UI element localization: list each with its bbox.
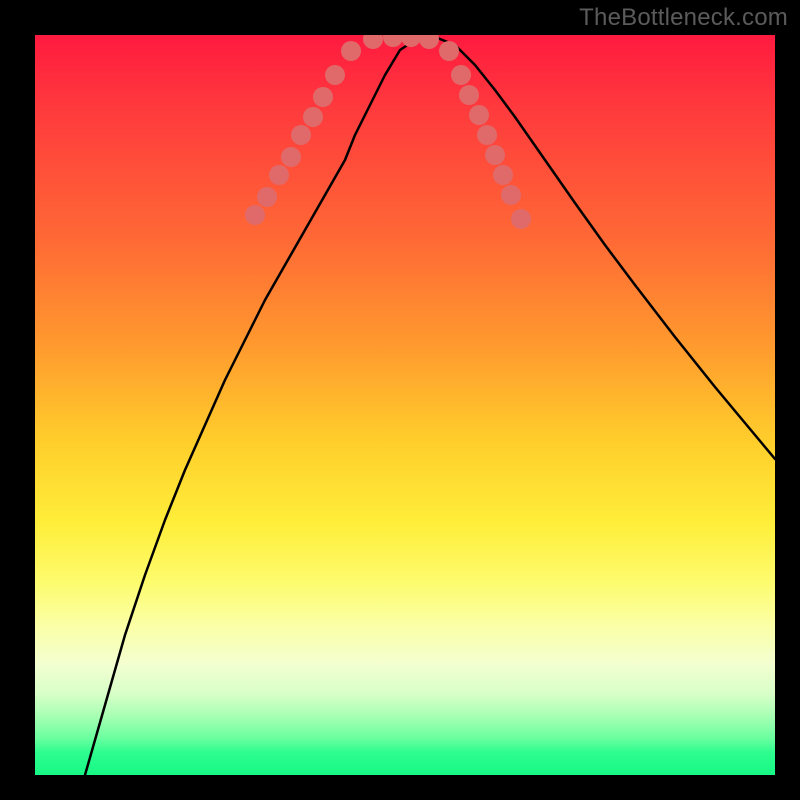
data-marker: [439, 41, 459, 61]
data-marker: [245, 205, 265, 225]
data-marker: [303, 107, 323, 127]
data-marker: [485, 145, 505, 165]
chart-svg: [35, 35, 775, 775]
data-marker: [493, 165, 513, 185]
data-marker: [401, 35, 421, 47]
data-marker: [291, 125, 311, 145]
data-marker: [341, 41, 361, 61]
data-marker: [281, 147, 301, 167]
plot-area: [35, 35, 775, 775]
data-marker: [257, 187, 277, 207]
data-marker: [363, 35, 383, 49]
marker-layer: [245, 35, 531, 229]
curve-layer: [85, 37, 775, 775]
bottleneck-curve: [85, 37, 775, 775]
data-marker: [269, 165, 289, 185]
data-marker: [501, 185, 521, 205]
data-marker: [459, 85, 479, 105]
data-marker: [451, 65, 471, 85]
data-marker: [325, 65, 345, 85]
watermark-text: TheBottleneck.com: [579, 4, 788, 32]
data-marker: [469, 105, 489, 125]
data-marker: [383, 35, 403, 47]
chart-frame: TheBottleneck.com: [0, 0, 800, 800]
data-marker: [511, 209, 531, 229]
data-marker: [313, 87, 333, 107]
data-marker: [419, 35, 439, 49]
data-marker: [477, 125, 497, 145]
